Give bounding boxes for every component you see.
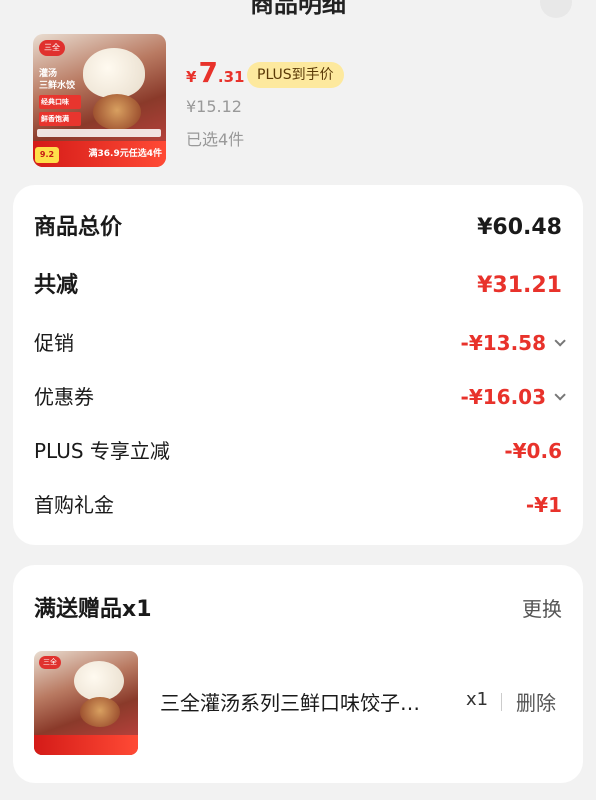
plus-discount-amount: -¥0.6: [504, 439, 562, 463]
row-promotion[interactable]: 促销 -¥13.58: [34, 326, 566, 360]
product-image-tags: 灌汤 三鲜水饺 经典口味 鲜香饱满: [39, 68, 83, 126]
row-first-purchase: 首购礼金 -¥1: [34, 488, 562, 522]
price-symbol: ¥: [186, 68, 197, 86]
price: ¥ 7 .31: [186, 56, 245, 90]
product-image-strip: [37, 129, 161, 137]
product-image-line2: 三鲜水饺: [39, 81, 76, 91]
selected-count: 已选4件: [186, 130, 245, 149]
plus-discount-value: -¥0.6: [504, 434, 562, 468]
coupon-value[interactable]: -¥16.03: [460, 380, 566, 414]
promotion-value[interactable]: -¥13.58: [460, 326, 566, 360]
gift-quantity: x1: [466, 689, 489, 710]
price-breakdown-card: 商品总价 ¥60.48 共减 ¥31.21 促销 -¥13.58 优惠券 -¥1…: [13, 185, 583, 545]
gift-title: 满送赠品x1: [34, 597, 152, 622]
gift-image: 三全: [34, 651, 138, 755]
gift-image-promo: [34, 735, 138, 755]
total-discount-value: ¥31.21: [477, 269, 562, 303]
total-discount-label: 共减: [34, 273, 79, 298]
brand-logo: 三全: [39, 656, 61, 669]
gift-card: 满送赠品x1 更换 三全 三全灌汤系列三鲜口味饺子… x1 删除: [13, 565, 583, 783]
total-discount-amount: ¥31.21: [477, 273, 562, 298]
divider: [501, 693, 502, 711]
header: 商品明细: [0, 0, 596, 28]
product-image-tag1: 经典口味: [39, 95, 81, 109]
promotion-label: 促销: [34, 331, 74, 355]
product-summary: 三全 灌汤 三鲜水饺 经典口味 鲜香饱满 满36.9元任选4件 9.2 ¥ 7 …: [33, 34, 573, 168]
product-image-line1: 灌汤: [39, 69, 58, 79]
total-price-amount: ¥60.48: [477, 215, 562, 240]
filling-illustration: [93, 94, 141, 130]
coupon-amount: -¥16.03: [460, 385, 546, 409]
promotion-amount: -¥13.58: [460, 331, 546, 355]
delete-gift-button[interactable]: 删除: [516, 687, 556, 716]
total-price-value: ¥60.48: [477, 211, 562, 245]
brand-logo: 三全: [39, 40, 65, 56]
price-integer: 7: [198, 56, 218, 89]
product-image-tag2: 鲜香饱满: [39, 112, 81, 126]
dumpling-illustration: [83, 48, 145, 98]
row-plus-discount: PLUS 专享立减 -¥0.6: [34, 434, 562, 468]
row-coupon[interactable]: 优惠券 -¥16.03: [34, 380, 566, 414]
dumpling-illustration: [74, 661, 124, 701]
product-image-badge: 9.2: [35, 147, 59, 163]
coupon-label: 优惠券: [34, 385, 94, 409]
first-purchase-value: -¥1: [526, 488, 562, 522]
chevron-down-icon[interactable]: [554, 335, 566, 347]
row-total-price: 商品总价 ¥60.48: [34, 211, 562, 245]
filling-illustration: [80, 697, 120, 727]
first-purchase-label: 首购礼金: [34, 493, 114, 517]
chevron-down-icon[interactable]: [554, 389, 566, 401]
page-title: 商品明细: [250, 0, 346, 18]
plus-discount-label: PLUS 专享立减: [34, 439, 170, 463]
product-image: 三全 灌汤 三鲜水饺 经典口味 鲜香饱满 满36.9元任选4件 9.2: [33, 34, 166, 167]
original-price: ¥15.12: [186, 97, 242, 116]
change-gift-button[interactable]: 更换: [522, 593, 562, 622]
first-purchase-amount: -¥1: [525, 493, 562, 517]
total-price-label: 商品总价: [34, 215, 123, 240]
plus-price-badge: PLUS到手价: [247, 62, 344, 88]
row-total-discount: 共减 ¥31.21: [34, 269, 562, 303]
price-decimal: .31: [217, 68, 245, 86]
gift-name: 三全灌汤系列三鲜口味饺子…: [160, 691, 420, 715]
